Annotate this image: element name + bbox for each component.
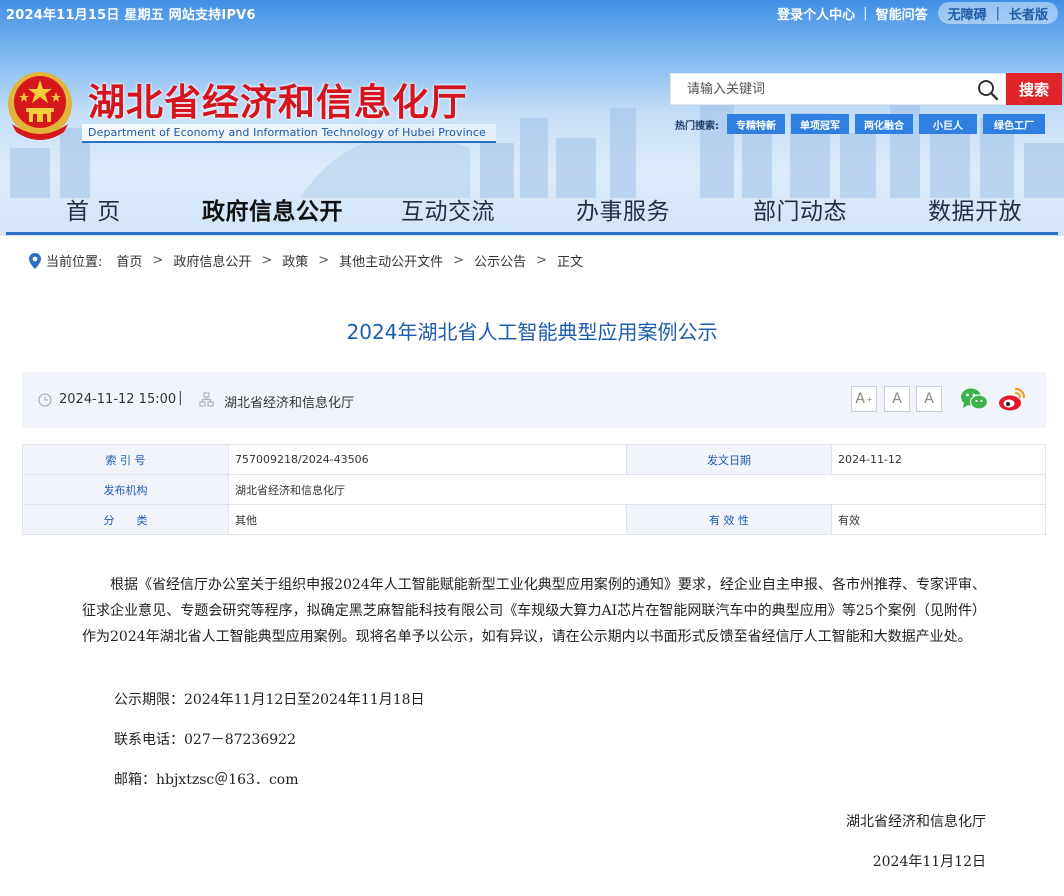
article-body: 根据《省经信厅办公室关于组织申报2024年人工智能赋能新型工业化典型应用案例的通…	[82, 572, 986, 870]
link-separator: |	[863, 5, 868, 21]
breadcrumb-item[interactable]: 其他主动公开文件	[339, 251, 443, 270]
notice-period: 公示期限：2024年11月12日至2024年11月18日	[114, 692, 425, 708]
search-box	[670, 73, 1006, 105]
breadcrumb-current: 正文	[557, 255, 584, 270]
hot-search: 热门搜索: 专精特新 单项冠军 两化融合 小巨人 绿色工厂	[675, 114, 1045, 134]
contact-phone: 联系电话：027－87236922	[114, 732, 296, 748]
issuer-label: 发布机构	[22, 474, 229, 505]
signature-org: 湖北省经济和信息化厅	[846, 814, 986, 830]
top-links: 登录个人中心 | 智能问答 无障碍 | 长者版	[777, 2, 1058, 24]
table-row: 索 引 号 757009218/2024-43506 发文日期 2024-11-…	[22, 444, 1046, 475]
breadcrumb-separator: >	[453, 253, 465, 268]
hot-tag[interactable]: 小巨人	[919, 114, 977, 134]
breadcrumb-item[interactable]: 首页	[116, 251, 142, 270]
site-title[interactable]: 湖北省经济和信息化厅	[88, 72, 468, 126]
nav-gov-info[interactable]: 政府信息公开	[202, 192, 343, 226]
validity-value: 有效	[831, 504, 1046, 535]
nav-interaction[interactable]: 互动交流	[401, 192, 495, 226]
accessibility-pill: 无障碍 | 长者版	[937, 2, 1058, 24]
breadcrumb-label: 当前位置:	[46, 255, 103, 270]
font-default-button[interactable]: A	[884, 386, 910, 412]
font-smaller-button[interactable]: A	[916, 386, 942, 412]
hot-tag[interactable]: 单项冠军	[791, 114, 849, 134]
nav-underline	[6, 232, 1058, 235]
breadcrumb-separator: >	[261, 253, 273, 268]
publish-date: 2024-11-12 15:00	[59, 392, 177, 407]
organization-icon	[199, 392, 214, 407]
current-date: 2024年11月15日 星期五 网站支持IPV6	[6, 8, 256, 23]
breadcrumb-separator: >	[536, 253, 547, 268]
nav-home[interactable]: 首 页	[66, 192, 121, 226]
contact-email[interactable]: 邮箱：hbjxtzsc＠163．com	[114, 770, 299, 790]
issuer-value: 湖北省经济和信息化厅	[228, 474, 1046, 505]
login-link[interactable]: 登录个人中心	[777, 4, 855, 23]
wechat-share-icon[interactable]	[960, 387, 988, 411]
article-info-bar: 2024-11-12 15:00 | 湖北省经济和信息化厅 A + A A	[22, 372, 1046, 428]
font-larger-label: A	[855, 391, 865, 407]
search-icon[interactable]	[977, 79, 999, 101]
hot-tag[interactable]: 专精特新	[727, 114, 785, 134]
table-row: 分 类 其他 有 效 性 有效	[22, 504, 1046, 535]
breadcrumb-item[interactable]: 公示公告	[474, 251, 526, 270]
search-button[interactable]: 搜索	[1006, 73, 1062, 105]
pill-separator: |	[995, 5, 1000, 21]
clock-icon	[38, 393, 52, 407]
site-subtitle: Department of Economy and Information Te…	[82, 124, 496, 143]
date-label: 发文日期	[626, 444, 832, 475]
breadcrumb-item[interactable]: 政府信息公开	[173, 251, 251, 270]
signature-date: 2024年11月12日	[872, 854, 986, 870]
font-larger-button[interactable]: A +	[851, 386, 877, 412]
nav-open-data[interactable]: 数据开放	[928, 192, 1022, 226]
location-pin-icon	[29, 252, 41, 269]
weibo-share-icon[interactable]	[998, 386, 1026, 412]
font-smaller-label: A	[924, 391, 934, 407]
breadcrumb-item[interactable]: 政策	[282, 251, 308, 270]
nav-dept-news[interactable]: 部门动态	[753, 192, 847, 226]
nav-services[interactable]: 办事服务	[576, 192, 670, 226]
breadcrumb: 当前位置: 首页 > 政府信息公开 > 政策 > 其他主动公开文件 > 公示公告…	[28, 251, 583, 270]
hot-tag[interactable]: 绿色工厂	[983, 114, 1045, 134]
smart-qa-link[interactable]: 智能问答	[876, 4, 928, 23]
main-nav: 首 页 政府信息公开 互动交流 办事服务 部门动态 数据开放	[0, 186, 1064, 232]
category-value: 其他	[228, 504, 627, 535]
elder-mode-link[interactable]: 长者版	[1009, 4, 1048, 23]
breadcrumb-separator: >	[152, 253, 164, 268]
date-value: 2024-11-12	[831, 444, 1046, 475]
hot-search-label: 热门搜索:	[675, 120, 719, 132]
category-label: 分 类	[22, 504, 229, 535]
national-emblem-icon	[8, 72, 72, 140]
info-separator: |	[178, 390, 183, 406]
top-bar: 2024年11月15日 星期五 网站支持IPV6 登录个人中心 | 智能问答 无…	[0, 0, 1064, 26]
barrier-free-link[interactable]: 无障碍	[948, 4, 987, 23]
publisher-org: 湖北省经济和信息化厅	[224, 396, 355, 411]
site-header: 2024年11月15日 星期五 网站支持IPV6 登录个人中心 | 智能问答 无…	[0, 0, 1064, 236]
hot-tag[interactable]: 两化融合	[855, 114, 913, 134]
article-title: 2024年湖北省人工智能典型应用案例公示	[346, 320, 718, 344]
table-row: 发布机构 湖北省经济和信息化厅	[22, 474, 1046, 505]
document-meta-table: 索 引 号 757009218/2024-43506 发文日期 2024-11-…	[22, 444, 1046, 535]
breadcrumb-separator: >	[318, 253, 330, 268]
index-value: 757009218/2024-43506	[228, 444, 627, 475]
validity-label: 有 效 性	[626, 504, 832, 535]
index-label: 索 引 号	[22, 444, 229, 475]
font-default-label: A	[892, 391, 902, 407]
font-plus-mark: +	[865, 394, 873, 404]
body-paragraph: 根据《省经信厅办公室关于组织申报2024年人工智能赋能新型工业化典型应用案例的通…	[82, 577, 986, 645]
search-input[interactable]	[671, 74, 971, 104]
